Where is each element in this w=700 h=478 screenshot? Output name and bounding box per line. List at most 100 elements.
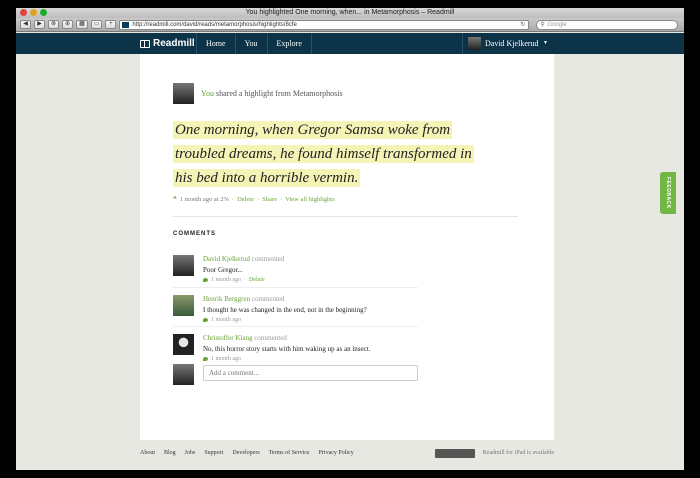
comments-title: COMMENTS xyxy=(173,231,216,237)
speech-bubble-icon xyxy=(203,318,208,322)
reload-icon[interactable]: ↻ xyxy=(520,21,525,29)
back-button[interactable]: ◀ xyxy=(20,20,31,29)
divider xyxy=(173,216,518,217)
nav-links: Home You Explore xyxy=(196,33,312,54)
speech-bubble-icon xyxy=(203,357,208,361)
comment-text: No, this horror story starts with him wa… xyxy=(203,345,371,353)
comment-verb: commented xyxy=(254,334,287,342)
highlight-meta: ❝ 1 month ago at 2% · Delete · Share · V… xyxy=(173,195,335,203)
window-controls xyxy=(20,9,47,16)
commenter-name[interactable]: David Kjelkerud xyxy=(203,255,250,263)
window-titlebar: You highlighted One morning, when... in … xyxy=(16,8,684,18)
highlight-time: 1 month ago at 2% xyxy=(179,195,229,203)
search-field[interactable]: ⚲ Google xyxy=(536,19,679,30)
readmill-logo[interactable]: Readmill xyxy=(140,38,195,49)
byline-text: You shared a highlight from Metamorphosi… xyxy=(201,89,343,98)
footer-link-blog[interactable]: Blog xyxy=(164,450,176,456)
footer-link-developers[interactable]: Developers xyxy=(232,450,259,456)
minimize-window-button[interactable] xyxy=(30,9,37,16)
comment-time: 1 month ago xyxy=(211,277,241,283)
separator: · xyxy=(231,195,235,203)
separator: · xyxy=(257,195,260,203)
comment-body: David Kjelkerud commented Poor Gregor...… xyxy=(203,255,284,283)
search-placeholder: Google xyxy=(547,21,567,28)
comment-item: David Kjelkerud commented Poor Gregor...… xyxy=(173,255,418,288)
comment-verb: commented xyxy=(251,295,285,303)
nav-link-home[interactable]: Home xyxy=(196,33,235,54)
view-all-highlights-link[interactable]: View all highlights xyxy=(285,196,334,203)
separator: · xyxy=(280,195,283,203)
comment-header: Henrik Berggren commented xyxy=(203,295,367,303)
reader-button[interactable]: ▭ xyxy=(90,20,103,29)
window-title: You highlighted One morning, when... in … xyxy=(245,9,455,16)
footer-link-jobs[interactable]: Jobs xyxy=(185,450,196,456)
comment-meta: 1 month ago xyxy=(203,317,367,323)
commenter-name[interactable]: Christoffer Klang xyxy=(203,334,252,342)
comment-item: Christoffer Klang commented No, this hor… xyxy=(173,334,418,366)
user-menu[interactable]: David Kjelkerud ▼ xyxy=(462,33,553,54)
top-sites-button[interactable]: ▦ xyxy=(76,20,88,29)
current-user-avatar xyxy=(173,364,194,385)
quote-line: his bed into a horrible vermin. xyxy=(173,169,361,187)
separator: · xyxy=(244,277,246,283)
comment-body: Henrik Berggren commented I thought he w… xyxy=(203,295,367,323)
comment-text: Poor Gregor... xyxy=(203,266,243,274)
nav-link-you[interactable]: You xyxy=(234,33,267,54)
chevron-down-icon: ▼ xyxy=(543,41,548,46)
comment-header: David Kjelkerud commented xyxy=(203,255,284,263)
comment-meta: 1 month ago · Delete xyxy=(203,277,284,283)
zoom-window-button[interactable] xyxy=(40,9,47,16)
address-text: http://readmill.com/david/reads/metamorp… xyxy=(132,21,297,28)
footer-link-support[interactable]: Support xyxy=(204,450,223,456)
close-window-button[interactable] xyxy=(20,9,27,16)
comment-time: 1 month ago xyxy=(211,356,241,362)
stop-button[interactable]: ⊗ xyxy=(48,20,60,29)
book-icon xyxy=(140,39,150,48)
comment-time: 1 month ago xyxy=(211,317,241,323)
byline-shared: shared a highlight from Metamorphosis xyxy=(215,89,343,98)
commenter-avatar[interactable] xyxy=(173,295,194,316)
browser-toolbar: ◀ ▶ ⊗ ⊕ ▦ ▭ + http://readmill.com/david/… xyxy=(16,18,684,32)
brand-name: Readmill xyxy=(153,38,195,49)
comment-verb: commented xyxy=(251,255,285,263)
forward-button[interactable]: ▶ xyxy=(34,20,45,29)
share-highlight-link[interactable]: Share xyxy=(262,196,277,203)
new-tab-button[interactable]: + xyxy=(105,20,117,29)
feedback-tab[interactable]: FEEDBACK xyxy=(660,172,676,214)
site-footer: About Blog Jobs Support Developers Terms… xyxy=(140,446,554,460)
nav-link-explore[interactable]: Explore xyxy=(266,33,312,54)
comment-text: I thought he was changed in the end, not… xyxy=(203,306,367,314)
footer-link-privacy[interactable]: Privacy Policy xyxy=(319,450,354,456)
delete-highlight-link[interactable]: Delete xyxy=(237,196,254,203)
favicon-icon xyxy=(122,21,130,28)
highlight-byline: You shared a highlight from Metamorphosi… xyxy=(173,83,343,104)
comment-body: Christoffer Klang commented No, this hor… xyxy=(203,334,370,362)
quote-line: troubled dreams, he found himself transf… xyxy=(173,145,474,163)
app-store-badge-icon[interactable] xyxy=(434,448,475,458)
comment-meta: 1 month ago xyxy=(203,356,370,362)
speech-bubble-icon xyxy=(203,278,208,282)
search-icon: ⚲ xyxy=(540,21,545,28)
user-name: David Kjelkerud xyxy=(485,39,539,48)
author-avatar[interactable] xyxy=(173,83,194,104)
footer-link-about[interactable]: About xyxy=(140,450,155,456)
commenter-name[interactable]: Henrik Berggren xyxy=(203,295,250,303)
highlight-quote: One morning, when Gregor Samsa woke from… xyxy=(173,118,518,190)
user-avatar xyxy=(468,37,481,50)
site-navbar: Readmill Home You Explore David Kjelkeru… xyxy=(16,33,684,54)
delete-comment-link[interactable]: Delete xyxy=(249,277,265,283)
commenter-avatar[interactable] xyxy=(173,255,194,276)
quote-icon: ❝ xyxy=(173,195,177,203)
highlight-page: You shared a highlight from Metamorphosi… xyxy=(140,54,554,440)
you-link[interactable]: You xyxy=(201,89,214,98)
comment-header: Christoffer Klang commented xyxy=(203,334,370,342)
quote-line: One morning, when Gregor Samsa woke from xyxy=(173,121,453,139)
add-bookmark-button[interactable]: ⊕ xyxy=(62,20,74,29)
address-bar[interactable]: http://readmill.com/david/reads/metamorp… xyxy=(119,19,530,30)
browser-window: You highlighted One morning, when... in … xyxy=(16,8,684,470)
commenter-avatar[interactable] xyxy=(173,334,194,355)
comment-item: Henrik Berggren commented I thought he w… xyxy=(173,295,418,327)
add-comment-input[interactable] xyxy=(203,365,418,381)
ipad-availability[interactable]: Readmill for iPad is available xyxy=(483,450,554,456)
footer-link-terms[interactable]: Terms of Service xyxy=(269,450,310,456)
